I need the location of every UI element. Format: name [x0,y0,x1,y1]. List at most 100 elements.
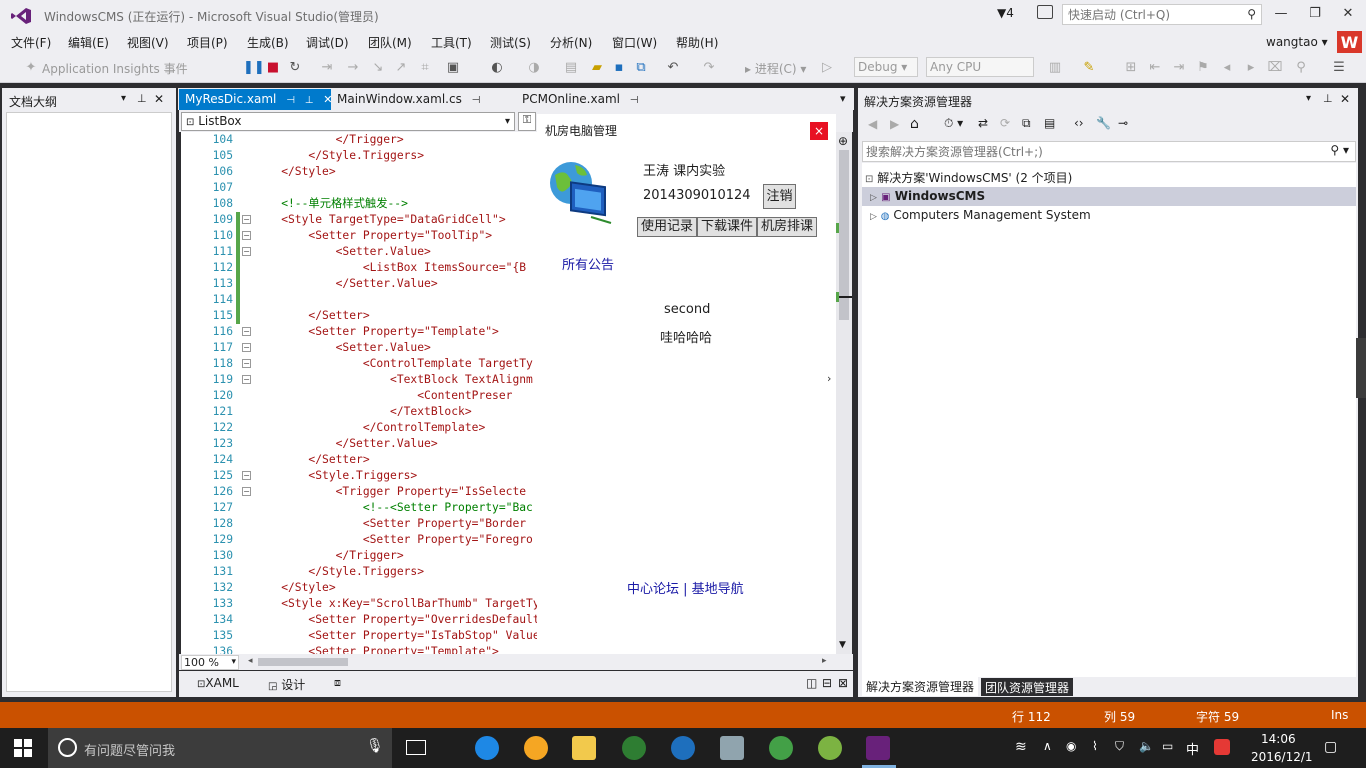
show-all-files-icon[interactable]: ▤ [1044,116,1055,130]
tab-preview-pin-icon[interactable]: ⊥ [305,95,314,106]
bookmark-icon[interactable]: ⚑ [1194,59,1212,77]
collapse-region-icon[interactable]: − [242,327,251,336]
xaml-tools-icon[interactable]: ▣ [444,59,462,77]
panel-menu-icon[interactable]: ▾ [121,93,126,104]
hex-icon[interactable]: ⌗ [416,59,434,77]
pin-icon[interactable]: ⊥ [137,92,147,105]
stop-icon[interactable]: ■ [264,59,282,77]
view-code-icon[interactable]: ‹› [1074,116,1084,130]
solution-search[interactable]: ⚲ ▾ [862,141,1356,162]
user-avatar[interactable]: W [1337,31,1362,54]
expand-arrow-icon[interactable]: ▷ [870,193,877,203]
sogou-ime-icon[interactable] [1214,739,1230,755]
solution-search-input[interactable] [863,142,1313,161]
home-icon[interactable]: ⌂ [910,116,919,132]
next-bookmark-icon[interactable]: ▸ [1242,59,1260,77]
green-app-icon[interactable] [818,736,842,760]
ie-browser-icon[interactable] [671,736,695,760]
toolbar-overflow-icon[interactable]: ☰ [1330,59,1348,77]
tray-expand-icon[interactable]: ∧ [1043,739,1052,753]
tree-item-solution[interactable]: ⊡ 解决方案'WindowsCMS' (2 个项目) [865,169,1072,186]
network-icon[interactable]: ⌇ [1092,739,1098,753]
file-explorer-icon[interactable] [572,736,596,760]
quick-launch[interactable]: ⚲ [1062,4,1262,25]
comment-icon[interactable]: ✎ [1080,59,1098,77]
sync-icon[interactable]: ⏱ ▾ [944,116,963,131]
back-icon[interactable]: ◀ [868,117,877,131]
panel-close-icon[interactable]: ✕ [154,92,164,106]
notifications-flag[interactable]: ▼4 [997,6,1014,20]
clock-time[interactable]: 14:06 [1261,732,1296,746]
refresh-icon[interactable]: ⟳ [1000,116,1010,130]
battery-icon[interactable]: ▭ [1162,739,1173,753]
menu-team[interactable]: 团队(M) [368,34,412,51]
action-center-icon[interactable]: ▢ [1324,739,1337,755]
indent-icon[interactable]: ⇤ [1146,59,1164,77]
edge-browser-icon[interactable] [475,736,499,760]
menu-analyze[interactable]: 分析(N) [550,34,592,51]
collapse-region-icon[interactable]: − [242,343,251,352]
restart-icon[interactable]: ↻ [286,59,304,77]
tray-app-icon[interactable]: ◉ [1066,739,1076,753]
tree-item-project-cms[interactable]: ▷ ◍ Computers Management System [870,208,1091,222]
minimize-button[interactable]: — [1266,4,1296,24]
insights-dropdown[interactable]: Application Insights 事件 [42,60,188,78]
tab-pin-icon[interactable]: ⊣ [630,95,639,106]
collapse-region-icon[interactable]: − [242,487,251,496]
redo-icon[interactable]: ↷ [700,59,718,77]
config-dropdown[interactable]: Debug ▾ [854,57,918,77]
app-logout-button[interactable]: 注销 [763,184,796,209]
find-icon[interactable]: ⚲ [1292,59,1310,77]
swap-panes-icon[interactable]: ⧈ [334,676,341,690]
split-icon[interactable]: ⊕ [838,134,848,148]
show-next-icon[interactable]: ⇥ [318,59,336,77]
outdent-icon[interactable]: ⇥ [1170,59,1188,77]
save-icon[interactable]: ▪ [610,59,628,77]
toolbox-icon[interactable]: ▥ [1046,59,1064,77]
panel-menu-icon[interactable]: ▾ [1306,93,1311,104]
scroll-left-icon[interactable]: ◂ [248,656,253,666]
open-file-icon[interactable]: ▰ [588,59,606,77]
tab-pin-icon[interactable]: ⊣ [472,95,481,106]
menu-help[interactable]: 帮助(H) [676,34,718,51]
horizontal-scrollbar-thumb[interactable] [258,658,348,666]
security-icon[interactable]: ⛉ [1115,739,1124,754]
ime-indicator[interactable]: 中 [1186,739,1199,758]
close-button[interactable]: ✕ [1333,4,1363,24]
collapse-region-icon[interactable]: − [242,471,251,480]
menu-edit[interactable]: 编辑(E) [68,34,109,51]
menu-build[interactable]: 生成(B) [247,34,289,51]
zoom-dropdown[interactable]: 100 % ▾ [181,655,239,670]
undo-icon[interactable]: ↶ [664,59,682,77]
volume-icon[interactable]: 🔈 [1139,739,1154,753]
menu-tools[interactable]: 工具(T) [431,34,472,51]
menu-test[interactable]: 测试(S) [490,34,531,51]
navigate-forward-icon[interactable]: ◑ [525,59,543,77]
feedback-icon[interactable] [1037,5,1053,19]
prev-bookmark-icon[interactable]: ◂ [1218,59,1236,77]
tab-xaml[interactable]: ⊡XAML [197,676,239,690]
clock-date[interactable]: 2016/12/1 [1251,750,1313,764]
preview-icon[interactable]: ⊸ [1118,116,1128,130]
app-close-button[interactable]: × [810,122,828,140]
menu-project[interactable]: 项目(P) [187,34,228,51]
search-icon[interactable]: ⚲ ▾ [1330,143,1349,157]
browser-app-icon[interactable] [524,736,548,760]
tab-pin-icon[interactable]: ⊣ [286,95,295,106]
tab-team-explorer[interactable]: 团队资源管理器 [981,678,1074,696]
member-dropdown[interactable]: ⚿ [518,112,536,131]
collapse-all-icon[interactable]: ⧉ [1022,116,1031,131]
panel-close-icon[interactable]: ✕ [1340,92,1350,106]
user-account[interactable]: wangtao ▾ [1266,35,1328,49]
forward-icon[interactable]: ▶ [890,117,899,131]
microphone-icon[interactable]: 🎙 [366,738,384,754]
scrollbar-thumb[interactable] [839,150,849,320]
globe-app-icon[interactable] [622,736,646,760]
tab-pcmonline-xaml[interactable]: PCMOnline.xaml ⊣ [516,89,674,110]
tab-myresdic-xaml[interactable]: MyResDic.xaml ⊣ ⊥ ✕ [179,89,333,110]
cortana-placeholder[interactable]: 有问题尽管问我 [84,740,175,759]
visual-studio-taskbar-icon[interactable] [866,736,890,760]
menu-debug[interactable]: 调试(D) [306,34,349,51]
step-over-icon[interactable]: → [344,59,362,77]
download-courseware-button[interactable]: 下载课件 [697,217,757,237]
